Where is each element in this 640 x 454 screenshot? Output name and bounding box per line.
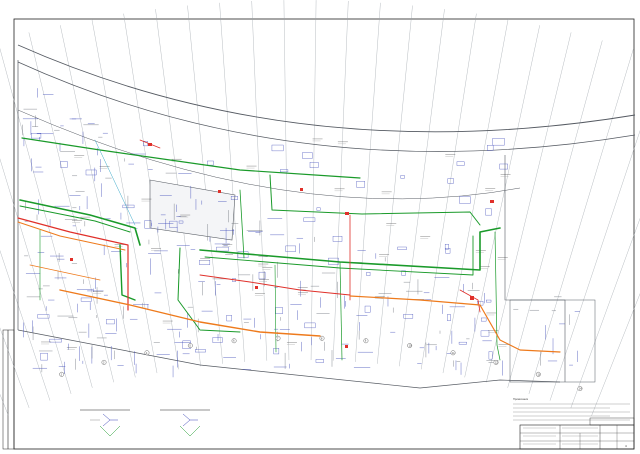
red-marker — [218, 190, 221, 193]
grid-axis-mark: 10 — [407, 343, 413, 348]
red-marker — [490, 200, 494, 203]
red-marker — [255, 286, 258, 289]
grid-axis-mark: 13 — [535, 371, 541, 377]
grid-axis-mark: 5 — [187, 343, 193, 348]
red-marker — [345, 212, 349, 215]
grid-axis-mark: 11 — [450, 350, 456, 356]
red-marker — [470, 296, 474, 300]
grid-axis-mark: 3 — [101, 359, 107, 365]
notes-heading: Примечания — [513, 397, 529, 401]
paper — [0, 0, 640, 454]
grid-axis-mark: 14 — [577, 386, 583, 391]
grid-axis-mark: 4 — [144, 350, 150, 356]
drawing-sheet: 234567 891011121314 Примечания 4 — [0, 0, 640, 454]
grid-axis-mark: 2 — [59, 371, 65, 377]
red-marker — [148, 143, 152, 146]
grid-axis-mark: 9 — [363, 338, 369, 344]
grid-axis-mark: 6 — [231, 338, 237, 344]
red-marker — [70, 258, 73, 261]
red-marker — [300, 188, 303, 191]
grid-axis-mark: 12 — [493, 359, 499, 365]
red-marker — [345, 345, 348, 348]
grid-axis-mark: 7 — [275, 335, 281, 341]
grid-axis-mark: 8 — [319, 335, 325, 341]
